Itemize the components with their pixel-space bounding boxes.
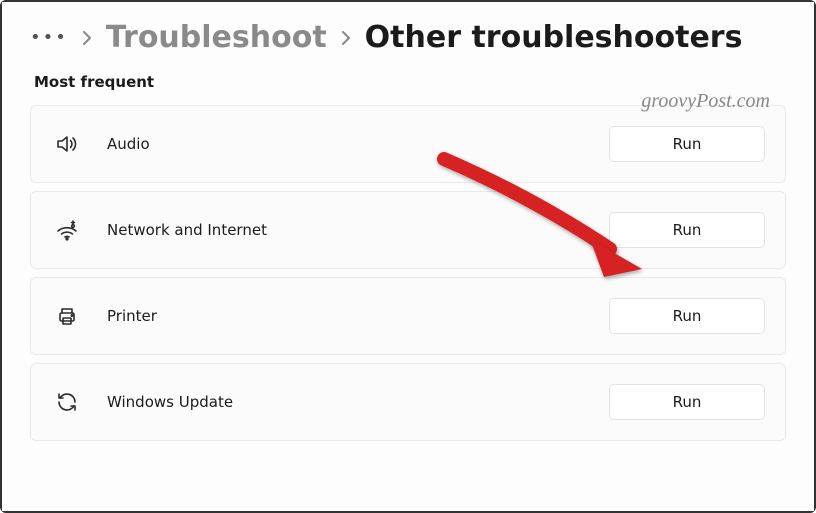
list-item: Audio Run [30,105,786,183]
troubleshooter-list: Audio Run Network and Internet Run [30,105,786,441]
audio-icon [53,132,81,156]
breadcrumb: ••• Troubleshoot Other troubleshooters [30,20,786,55]
list-item: Windows Update Run [30,363,786,441]
section-title: Most frequent [34,73,786,91]
run-button[interactable]: Run [609,212,765,248]
run-button[interactable]: Run [609,126,765,162]
list-item-label: Windows Update [107,393,609,411]
chevron-right-icon [82,31,92,45]
breadcrumb-more-icon[interactable]: ••• [30,25,68,51]
run-button[interactable]: Run [609,298,765,334]
list-item-label: Network and Internet [107,221,609,239]
breadcrumb-current: Other troubleshooters [365,20,743,55]
chevron-right-icon [341,31,351,45]
run-button[interactable]: Run [609,384,765,420]
printer-icon [53,304,81,328]
update-icon [53,390,81,414]
list-item-label: Audio [107,135,609,153]
list-item: Printer Run [30,277,786,355]
network-icon [53,218,81,242]
list-item-label: Printer [107,307,609,325]
breadcrumb-link-troubleshoot[interactable]: Troubleshoot [106,20,327,55]
list-item: Network and Internet Run [30,191,786,269]
